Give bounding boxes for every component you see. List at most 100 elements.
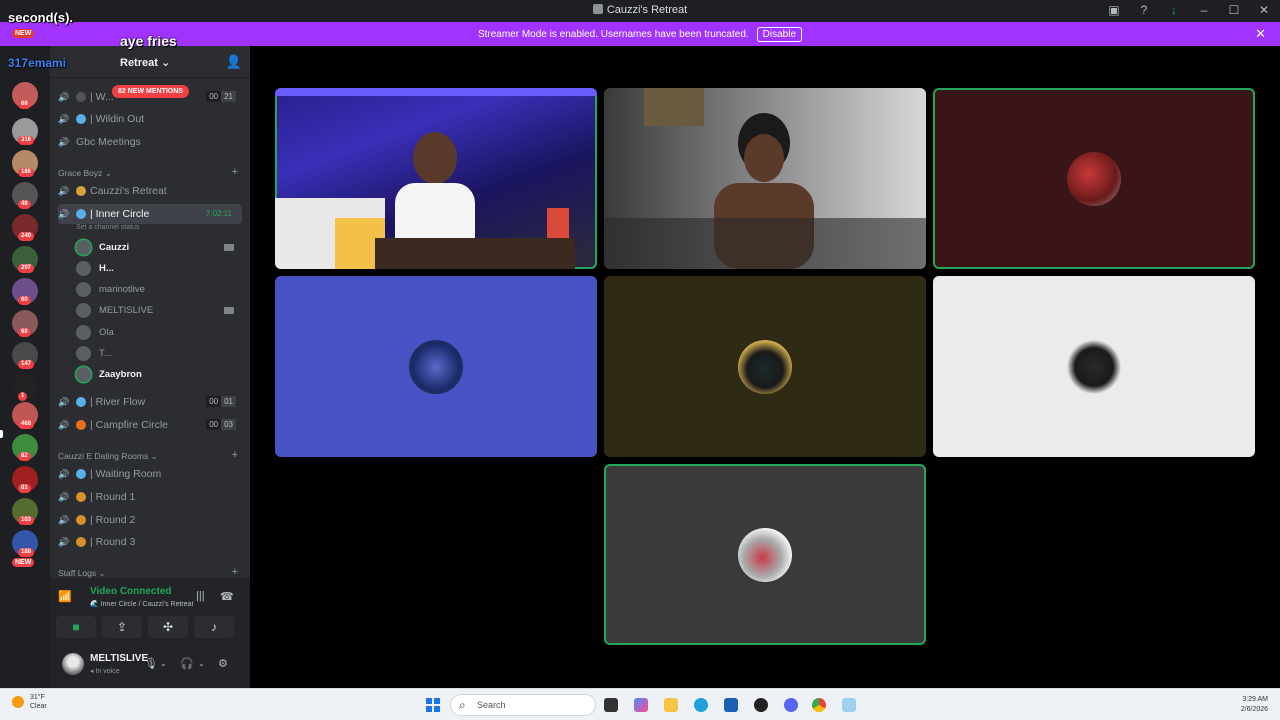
medal-emoji-icon [76,492,86,502]
avatar [738,339,792,394]
chevron-down-icon[interactable]: ⌄ [198,659,205,668]
headphones-icon[interactable]: 🎧 [180,657,194,670]
system-clock[interactable]: 3:29 AM 2/6/2026 [1241,695,1268,715]
voice-connected-status[interactable]: Video Connected [90,586,172,597]
medal-emoji-icon [76,537,86,547]
voice-channel[interactable]: 🔊 | Campfire Circle 00 03 [58,415,242,435]
discord-app-icon [592,4,603,14]
weather-widget[interactable]: 31°F Clear [12,693,47,711]
user-count: 00 03 [206,419,236,430]
task-view-icon[interactable] [604,698,618,712]
speaker-icon: 🔊 [58,92,70,102]
crown-emoji-icon [76,186,86,196]
disable-streamer-mode-button[interactable]: Disable [756,27,803,42]
member-name: marinotlive [99,284,145,296]
mention-badge: 240 [18,232,35,241]
window-title-text: Cauzzi's Retreat [606,4,688,16]
member-name: MELTISLIVE [99,305,154,317]
create-channel-icon[interactable]: + [232,566,238,578]
app-icon[interactable] [754,698,768,712]
minimize-button[interactable]: – [1196,3,1212,17]
file-explorer-icon[interactable] [664,698,678,712]
voice-member[interactable]: Zaaybron [76,365,242,385]
start-button[interactable] [426,698,440,712]
voice-channel-inner-circle[interactable]: 🔊 | Inner Circle 7:02:11 [58,204,242,224]
voice-channel[interactable]: 🔊 | Round 1 [58,487,242,507]
soundboard-button[interactable]: ♪ [194,616,234,638]
close-window-button[interactable]: ✕ [1256,3,1272,17]
banner-close-icon[interactable]: ✕ [1255,26,1266,42]
voice-channel[interactable]: 🔊 Cauzzi's Retreat [58,181,242,201]
category-header[interactable]: Grace Boyz ⌄ [58,168,112,179]
gear-icon[interactable]: ⚙ [218,657,228,670]
help-icon[interactable]: ? [1136,3,1152,17]
speaker-icon: 🔊 [58,537,70,547]
voice-member[interactable]: MELTISLIVE [76,301,242,321]
speaker-icon: 🔊 [58,420,70,430]
voice-member[interactable]: marinotlive [76,280,242,300]
video-tile-avatar[interactable] [933,276,1255,457]
medal-emoji-icon [76,515,86,525]
member-name: T... [99,348,112,359]
set-channel-status[interactable]: Set a channel status [76,224,139,231]
activities-button[interactable]: ✣ [148,616,188,638]
edge-icon[interactable] [694,698,708,712]
water-emoji-icon [76,469,86,479]
chevron-down-icon[interactable]: ⌄ [160,659,167,668]
mention-badge: 68 [18,328,31,337]
video-tile-avatar[interactable] [604,464,926,645]
avatar [76,346,91,361]
server-header[interactable]: Retreat ⌄ 👤 [50,46,250,78]
create-channel-icon[interactable]: + [232,166,238,178]
noise-suppression-icon[interactable]: ||| [196,590,205,602]
signal-icon[interactable]: 📶 [58,590,72,603]
speaker-icon: 🔊 [58,469,70,479]
voice-channel[interactable]: 🔊 | Round 2 [58,510,242,530]
store-icon[interactable] [724,698,738,712]
voice-channel[interactable]: 🔊 | Wildin Out [58,109,242,129]
invite-people-icon[interactable]: 👤 [226,54,242,70]
video-tile-avatar[interactable] [604,276,926,457]
fire-emoji-icon [76,420,86,430]
camera-button[interactable]: ■ [56,616,96,638]
chrome-icon[interactable] [812,698,826,712]
avatar[interactable] [62,653,84,675]
screen-share-icon[interactable]: ▣ [1106,3,1122,17]
discord-icon[interactable] [784,698,798,712]
maximize-button[interactable]: ☐ [1226,3,1242,17]
microphone-icon[interactable]: 🎙 [144,657,158,670]
new-unreads-pill[interactable]: NEW [12,558,35,567]
user-status: ◂ In voice [90,668,120,675]
download-icon[interactable]: ↓ [1166,3,1182,17]
member-name: Ola [99,326,114,338]
avatar [76,282,91,298]
voice-member[interactable]: Ola [76,322,242,342]
video-tile-camera[interactable] [604,88,926,269]
voice-channel[interactable]: 🔊 | Round 3 [58,532,242,552]
overlay-chat-line: second(s). [8,10,74,25]
voice-channel[interactable]: 🔊 Gbc Meetings [58,132,242,152]
taskbar-search[interactable]: Search [450,694,596,716]
voice-channel[interactable]: 🔊 | Waiting Room [58,464,242,484]
app-icon[interactable] [842,698,856,712]
disconnect-icon[interactable]: ☎ [220,590,234,603]
voice-channel[interactable]: 🔊 | W... 00 21 [58,87,242,107]
copilot-icon[interactable] [634,698,648,712]
create-channel-icon[interactable]: + [232,449,238,461]
voice-channel[interactable]: 🔊 | River Flow 00 01 [58,392,242,412]
screen-share-button[interactable]: ⇪ [102,616,142,638]
voice-member[interactable]: Cauzzi [76,237,242,257]
category-header[interactable]: Cauzzi E Dating Rooms ⌄ [58,451,158,462]
video-tile-avatar[interactable] [933,88,1255,269]
avatar [1067,151,1121,206]
window-title: Cauzzi's Retreat [0,4,1280,16]
banner-text: Streamer Mode is enabled. Usernames have… [477,29,749,40]
username[interactable]: MELTISLIVE [90,653,148,664]
mention-badge: 188 [18,548,35,557]
voice-member[interactable]: H... [76,258,242,278]
voice-member[interactable]: T... [76,344,242,364]
video-tile-camera[interactable] [275,88,597,269]
avatar [76,367,91,383]
voice-location[interactable]: Inner Circle / Cauzzi's Retreat [90,600,194,608]
video-tile-avatar[interactable] [275,276,597,457]
